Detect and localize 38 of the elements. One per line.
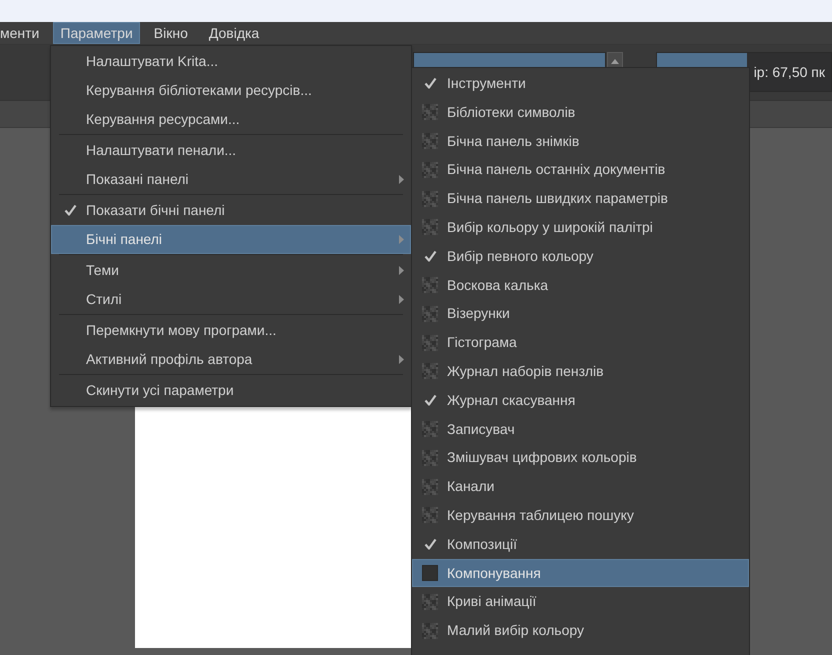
menu-item[interactable]: Вибір певного кольору <box>412 242 749 271</box>
menu-item[interactable]: Показати бічні панелі <box>51 196 411 225</box>
menu-item[interactable]: Перемкнути мову програми... <box>51 316 411 345</box>
menu-item[interactable]: Керування таблицею пошуку <box>412 500 749 530</box>
menu-item[interactable]: Візерунки <box>412 299 749 328</box>
menu-item[interactable]: Стилі <box>51 284 411 314</box>
menu-item[interactable]: Бібліотеки символів <box>412 98 749 127</box>
menu-item[interactable]: Бічна панель останніх документів <box>412 155 749 184</box>
menu-bar-item[interactable]: менти <box>0 22 46 44</box>
menu-bar-item[interactable]: Вікно <box>146 22 195 44</box>
menu-item[interactable]: Криві анімації <box>412 587 749 616</box>
menu-item[interactable]: Композиції <box>412 530 749 559</box>
menu-item[interactable]: Скинути усі параметри <box>51 376 411 406</box>
slider-value: ір: 67,50 пк <box>754 64 825 80</box>
menu-item[interactable]: Бічна панель швидких параметрів <box>412 184 749 213</box>
menu-item[interactable]: Показані панелі <box>51 164 411 194</box>
menu-item[interactable]: Гістограма <box>412 328 749 357</box>
menu-item[interactable]: Журнал наборів пензлів <box>412 356 749 386</box>
menu-item[interactable]: Керування бібліотеками ресурсів... <box>51 76 411 105</box>
menu-item[interactable]: Малий вибір кольору <box>412 616 749 645</box>
menu-item[interactable]: Теми <box>51 256 411 285</box>
menu-item[interactable]: Компонування <box>412 558 749 588</box>
menu-item[interactable]: Записувач <box>412 414 749 444</box>
menu-item[interactable]: Бічна панель знімків <box>412 126 749 156</box>
menu-bar-item[interactable]: Параметри <box>53 22 140 44</box>
menu-item[interactable]: Журнал скасування <box>412 386 749 415</box>
menu-item[interactable]: Воскова калька <box>412 270 749 300</box>
menu-item[interactable]: Бічні панелі <box>51 224 411 254</box>
menu-item[interactable]: Налаштувати Krita... <box>51 47 411 76</box>
caret-up-icon <box>611 59 619 64</box>
menu-item[interactable]: Активний профіль автора <box>51 344 411 374</box>
menu-item[interactable]: Налаштувати пенали... <box>51 136 411 165</box>
menu-item[interactable]: Вибір кольору у широкій палітрі <box>412 212 749 242</box>
menu-item[interactable]: Канали <box>412 472 749 501</box>
menu-bar-item[interactable]: Довідка <box>202 22 266 44</box>
menu-item[interactable]: Змішувач цифрових кольорів <box>412 443 749 472</box>
menu-item[interactable]: Керування ресурсами... <box>51 104 411 134</box>
menu-item[interactable]: Інструменти <box>412 69 749 98</box>
